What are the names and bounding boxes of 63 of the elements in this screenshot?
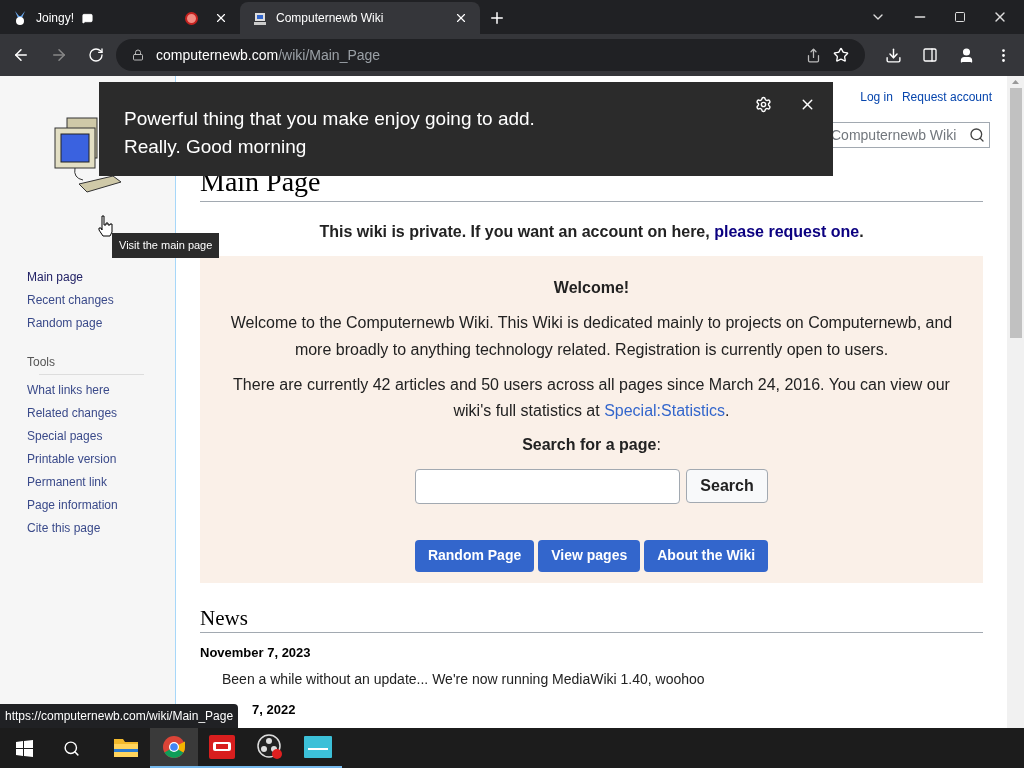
taskbar-button[interactable]	[150, 728, 198, 768]
download-icon[interactable]	[885, 46, 902, 64]
search-label: Search for a page:	[522, 434, 661, 455]
sidebar-link[interactable]: Special pages	[27, 427, 175, 445]
status-url: https://computernewb.com/wiki/Main_Page	[0, 704, 239, 728]
folder-icon	[113, 736, 139, 758]
close-tab-icon[interactable]	[454, 11, 468, 25]
sidebar-link[interactable]: Cite this page	[27, 519, 175, 537]
browser-tab[interactable]: Joingy!	[0, 2, 240, 34]
record-app-icon	[257, 734, 283, 760]
sidebar-link[interactable]: Page information	[27, 496, 175, 514]
search-button[interactable]: Search	[686, 468, 768, 503]
settings-icon[interactable]	[755, 96, 772, 113]
bookmark-star-icon[interactable]	[833, 47, 849, 63]
start-icon[interactable]	[16, 739, 33, 757]
stats-text: There are currently 42 articles and 50 users across all pages since March 24, 2016. You can view our wiki's full statistics at Special:Statistics.	[232, 374, 951, 421]
url-text: computernewb.com/wiki/Main_Page	[156, 45, 381, 65]
sidebar-link[interactable]: Printable version	[27, 450, 175, 468]
app-logo-icon	[209, 735, 235, 759]
welcome-text: Welcome to the Computernewb Wiki. This Wiki is dedicated mainly to projects on Computernewb, and more broadly to anything technology related. Registration is currently open to users.	[229, 312, 954, 360]
request-link[interactable]: please request one	[714, 222, 860, 240]
news-text: Been a while without an update... We're now running MediaWiki 1.40, woohoo	[221, 670, 706, 690]
sidebar-link[interactable]: Recent changes	[27, 291, 175, 309]
action-button[interactable]: About the Wiki	[644, 539, 769, 572]
back-icon[interactable]	[12, 46, 30, 64]
share-icon[interactable]	[806, 47, 821, 63]
tab-title: Joingy!	[36, 10, 75, 27]
hand-cursor-icon	[98, 214, 114, 238]
forward-icon[interactable]	[50, 46, 68, 64]
page-search-field[interactable]	[415, 468, 681, 504]
chat-bubble-icon	[82, 12, 94, 24]
action-button[interactable]: View pages	[538, 539, 641, 572]
account-link[interactable]: Log in	[860, 88, 893, 106]
close-tab-icon[interactable]	[214, 11, 228, 25]
lock-icon	[132, 49, 144, 61]
screen-app-icon	[304, 736, 332, 758]
browser-tab[interactable]: Computernewb Wiki	[240, 2, 480, 34]
address-bar[interactable]: computernewb.com/wiki/Main_Page	[116, 39, 865, 71]
notification-text: Powerful thing that you make enjoy going to add.	[124, 107, 536, 131]
search-icon[interactable]	[63, 739, 80, 757]
account-link[interactable]: Request account	[901, 88, 992, 106]
search-icon[interactable]	[969, 127, 985, 143]
reload-icon[interactable]	[88, 47, 104, 63]
profile-icon[interactable]	[958, 46, 975, 64]
sidebar-link[interactable]: Random page	[27, 314, 175, 332]
browser-logo-icon	[162, 735, 186, 759]
side-panel-icon[interactable]	[922, 47, 938, 63]
new-tab-icon[interactable]	[488, 9, 506, 27]
welcome-heading: Welcome!	[553, 277, 630, 298]
section-heading: News	[200, 604, 249, 632]
tab-title: Computernewb Wiki	[276, 10, 384, 27]
tooltip: Visit the main page	[112, 233, 220, 258]
sidebar-link[interactable]: What links here	[27, 381, 175, 399]
restore-icon[interactable]	[954, 11, 966, 23]
computer-favicon-icon	[252, 10, 268, 26]
sidebar-link[interactable]: Main page	[27, 268, 175, 286]
sidebar-link[interactable]: Permanent link	[27, 473, 175, 491]
sidebar-link[interactable]: Related changes	[27, 404, 175, 422]
news-date: November 7, 2023	[200, 643, 312, 662]
sidebar-heading: Tools	[27, 354, 56, 371]
notification-text: Really. Good morning	[124, 135, 308, 159]
action-button[interactable]: Random Page	[414, 539, 535, 572]
scrollbar-thumb[interactable]	[1009, 88, 1022, 338]
